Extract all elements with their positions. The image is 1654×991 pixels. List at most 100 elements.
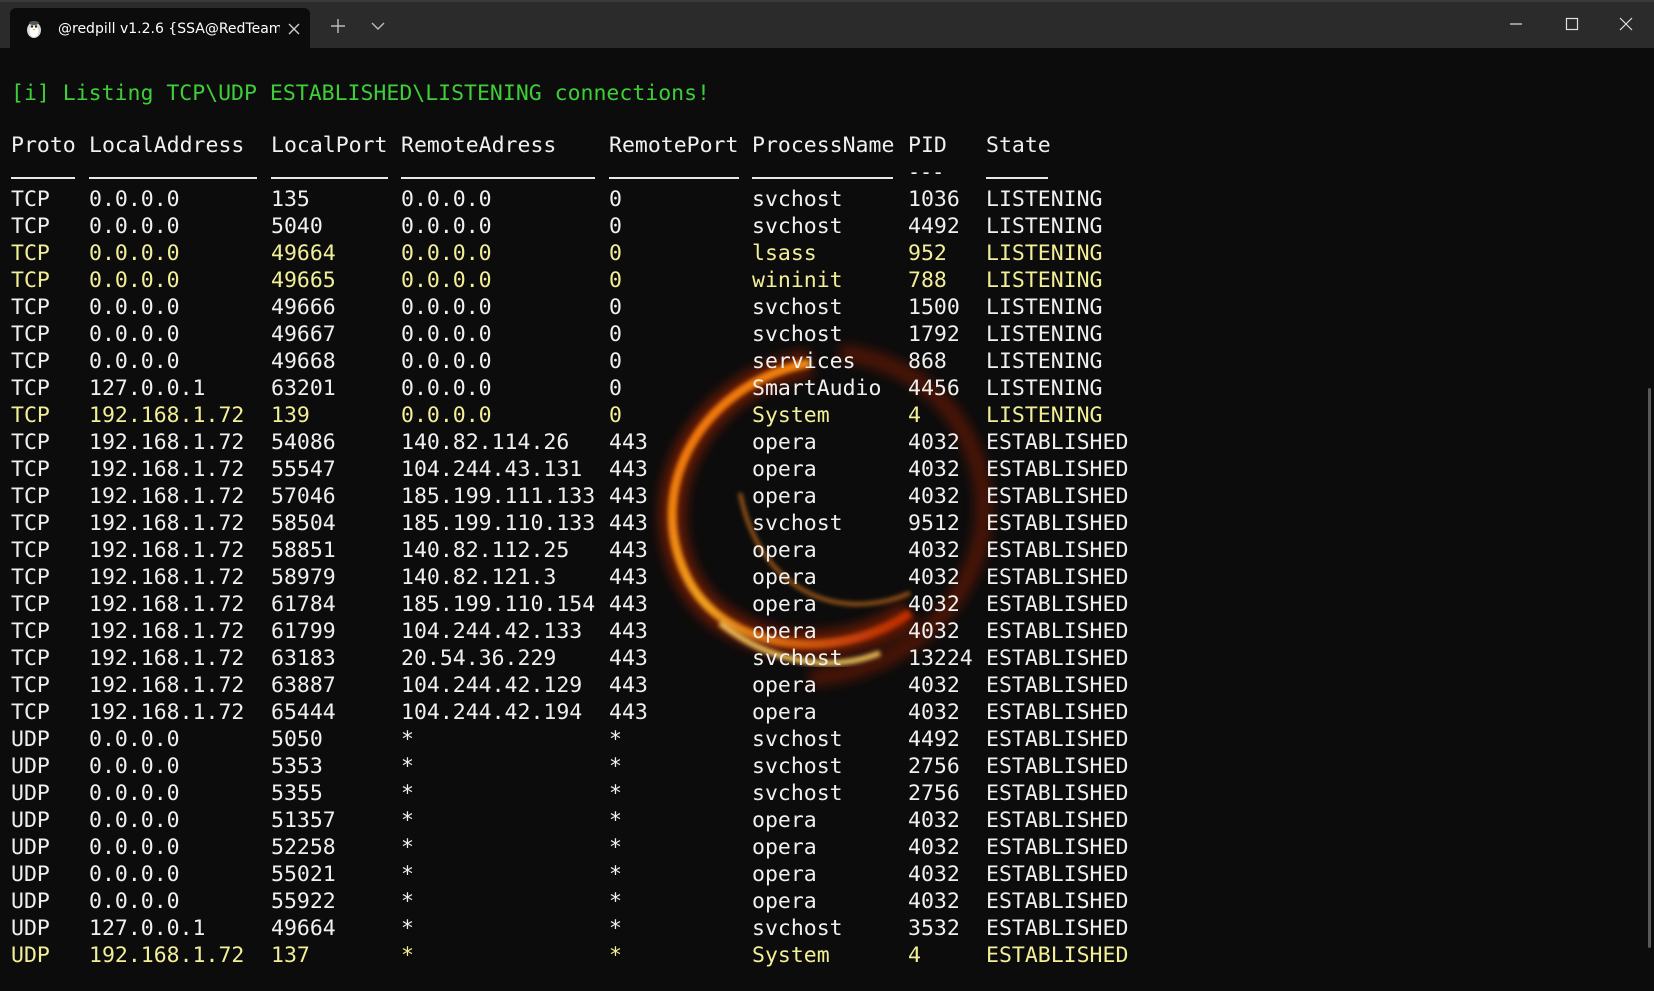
cell-proto: TCP [11,322,50,347]
cell-remote-address: * [401,808,414,833]
table-row: TCP 192.168.1.72 139 0.0.0.0 0 System 4 LISTENI… [11,402,1131,429]
cell-process-name: svchost [752,322,843,347]
close-icon [288,23,300,35]
cell-state: ESTABLISHED [986,889,1129,914]
cell-state: ESTABLISHED [986,619,1129,644]
tab-close-button[interactable] [282,17,306,41]
cell-state: ESTABLISHED [986,565,1129,590]
cell-proto: UDP [11,808,50,833]
cell-remote-address: * [401,862,414,887]
cell-remote-address: 0.0.0.0 [401,268,492,293]
cell-process-name: svchost [752,187,843,212]
header-underline [986,177,1048,179]
cell-pid: 13224 [908,646,973,671]
cell-local-address: 192.168.1.72 [89,619,245,644]
cell-state: LISTENING [986,376,1103,401]
cell-remote-port: 443 [609,511,648,536]
cell-pid: 1036 [908,187,960,212]
table-row: UDP 0.0.0.0 5050 * * svchost 4492 ESTABLISHED [11,726,1131,753]
cell-state: ESTABLISHED [986,430,1129,455]
table-row: UDP 0.0.0.0 5353 * * svchost 2756 ESTABLISHED [11,753,1131,780]
cell-local-port: 49664 [271,241,336,266]
cell-state: ESTABLISHED [986,646,1129,671]
tab-dropdown-button[interactable] [364,12,392,40]
cell-remote-address: 185.199.111.133 [401,484,596,509]
cell-local-address: 0.0.0.0 [89,862,180,887]
cell-proto: UDP [11,916,50,941]
cell-local-port: 63887 [271,673,336,698]
cell-local-port: 5355 [271,781,323,806]
cell-state: ESTABLISHED [986,538,1129,563]
maximize-icon [1565,17,1579,31]
cell-remote-port: 0 [609,241,622,266]
cell-local-address: 192.168.1.72 [89,457,245,482]
cell-local-port: 135 [271,187,310,212]
cell-local-address: 192.168.1.72 [89,673,245,698]
tab-title: @redpill v1.2.6 {SSA@RedTeam} [58,21,280,37]
cell-local-address: 192.168.1.72 [89,700,245,725]
cell-state: ESTABLISHED [986,754,1129,779]
cell-remote-port: * [609,862,622,887]
scrollbar[interactable] [1648,388,1651,948]
minimize-button[interactable] [1488,0,1544,48]
table-row: TCP 192.168.1.72 55547 104.244.43.131 443 ope… [11,456,1131,483]
cell-local-port: 61799 [271,619,336,644]
cell-remote-port: 0 [609,403,622,428]
cell-process-name: opera [752,835,817,860]
terminal-output[interactable]: [i] Listing TCP\UDP ESTABLISHED\LISTENIN… [0,48,1654,991]
cell-local-port: 139 [271,403,310,428]
header-underline [752,177,893,179]
cell-proto: TCP [11,457,50,482]
table-row: UDP 0.0.0.0 51357 * * opera 4032 ESTABLISHED [11,807,1131,834]
cell-pid: 3532 [908,916,960,941]
table-row: TCP 192.168.1.72 61799 104.244.42.133 443 ope… [11,618,1131,645]
cell-proto: UDP [11,727,50,752]
cell-state: LISTENING [986,268,1103,293]
table-row: UDP 0.0.0.0 5355 * * svchost 2756 ESTABLISHED [11,780,1131,807]
cell-local-port: 49665 [271,268,336,293]
cell-remote-port: 0 [609,268,622,293]
cell-proto: TCP [11,538,50,563]
cell-remote-port: * [609,835,622,860]
terminal-tab[interactable]: @redpill v1.2.6 {SSA@RedTeam} [10,8,310,48]
new-tab-button[interactable] [324,12,352,40]
cell-remote-port: * [609,808,622,833]
table-row: TCP 192.168.1.72 63183 20.54.36.229 443 svcho… [11,645,1131,672]
cell-process-name: svchost [752,727,843,752]
cell-local-address: 0.0.0.0 [89,781,180,806]
cell-state: ESTABLISHED [986,484,1129,509]
cell-local-address: 0.0.0.0 [89,349,180,374]
cell-remote-address: 104.244.42.194 [401,700,583,725]
cell-process-name: SmartAudio [752,376,882,401]
cell-proto: TCP [11,700,50,725]
cell-local-address: 0.0.0.0 [89,727,180,752]
table-row: TCP 192.168.1.72 57046 185.199.111.133 443 op… [11,483,1131,510]
maximize-button[interactable] [1544,0,1600,48]
cell-local-port: 49668 [271,349,336,374]
cell-proto: UDP [11,754,50,779]
cell-state: LISTENING [986,214,1103,239]
cell-process-name: opera [752,484,817,509]
cell-state: LISTENING [986,349,1103,374]
cell-pid: 868 [908,349,947,374]
cell-proto: TCP [11,673,50,698]
cell-process-name: opera [752,592,817,617]
cell-remote-address: * [401,889,414,914]
cell-pid: 4032 [908,565,960,590]
cell-remote-address: * [401,916,414,941]
header-underline [401,177,595,179]
cell-process-name: svchost [752,781,843,806]
cell-proto: UDP [11,943,50,968]
header-remote-address: RemoteAdress [401,133,557,158]
chevron-down-icon [371,22,385,30]
cell-remote-port: * [609,916,622,941]
table-row: TCP 192.168.1.72 65444 104.244.42.194 443 ope… [11,699,1131,726]
cell-remote-address: 140.82.114.26 [401,430,570,455]
cell-remote-port: 0 [609,187,622,212]
close-button[interactable] [1598,0,1654,48]
cell-local-address: 0.0.0.0 [89,268,180,293]
cell-proto: TCP [11,403,50,428]
table-row: TCP 127.0.0.1 63201 0.0.0.0 0 SmartAudio 4456 L… [11,375,1131,402]
cell-process-name: opera [752,430,817,455]
cell-remote-port: 443 [609,538,648,563]
